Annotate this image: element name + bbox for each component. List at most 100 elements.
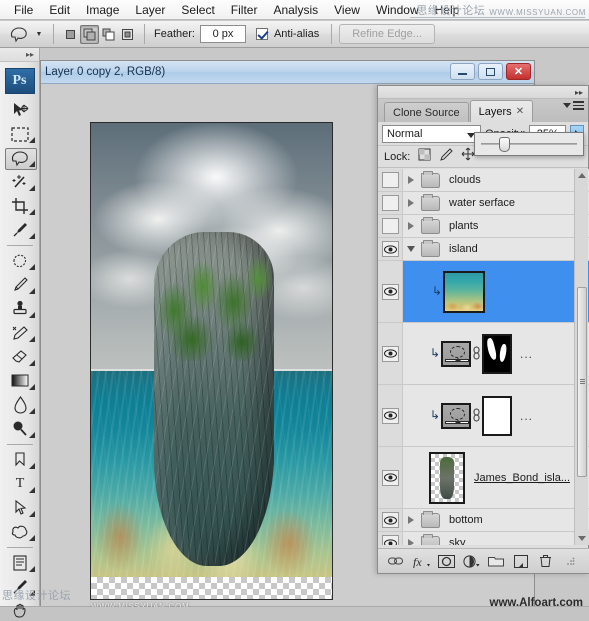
group-collapse-arrow[interactable] [403, 246, 419, 252]
lock-transparency-icon[interactable] [418, 148, 431, 166]
tab-clone-source[interactable]: Clone Source [384, 102, 469, 122]
visibility-cell[interactable] [378, 215, 403, 237]
clone-stamp-tool[interactable] [0, 297, 40, 321]
magic-wand-tool[interactable] [0, 170, 40, 194]
tab-close-icon[interactable]: ✕ [516, 106, 524, 117]
eye-icon-on[interactable] [381, 469, 399, 486]
eye-icon-off[interactable] [381, 195, 399, 211]
delete-layer-icon[interactable] [536, 552, 556, 570]
visibility-cell[interactable] [378, 532, 403, 545]
clone-stamp-submenu-icon[interactable] [29, 312, 35, 318]
panel-resize-grip[interactable] [561, 552, 581, 570]
eye-icon-off[interactable] [381, 172, 399, 188]
type-submenu-icon[interactable] [29, 487, 35, 493]
menu-window[interactable]: Window [368, 1, 427, 19]
subtract-from-selection-button[interactable] [99, 25, 118, 44]
visibility-cell[interactable] [378, 447, 403, 508]
eyedropper-tool[interactable] [0, 218, 40, 242]
intersect-with-selection-button[interactable] [118, 25, 137, 44]
dodge-submenu-icon[interactable] [29, 432, 35, 438]
history-brush-submenu-icon[interactable] [29, 336, 35, 342]
blur-submenu-icon[interactable] [29, 408, 35, 414]
layer-thumbnail-underwater[interactable] [443, 270, 485, 313]
anti-alias-checkbox-box[interactable] [255, 28, 268, 40]
visibility-cell[interactable] [378, 238, 403, 260]
close-button[interactable]: ✕ [506, 63, 531, 80]
healing-submenu-icon[interactable] [29, 264, 35, 270]
feather-input[interactable]: 0 px [199, 25, 246, 43]
custom-shape-submenu-icon[interactable] [29, 535, 35, 541]
visibility-cell[interactable] [378, 509, 403, 531]
layer-thumbnail-island-cutout[interactable] [429, 451, 465, 504]
crop-tool-submenu-icon[interactable] [29, 209, 35, 215]
opacity-slider-thumb[interactable] [499, 137, 511, 152]
lasso-tool-submenu-icon[interactable] [29, 161, 35, 167]
layer-row-curves-1[interactable]: ↳ ... [378, 323, 589, 385]
pen-submenu-icon[interactable] [29, 463, 35, 469]
move-tool[interactable] [0, 98, 40, 122]
layer-row-sky[interactable]: sky [378, 532, 589, 545]
layer-mask-thumbnail-white[interactable] [482, 395, 512, 436]
menu-image[interactable]: Image [78, 1, 127, 19]
pen-tool[interactable] [0, 448, 40, 472]
blur-tool[interactable] [0, 393, 40, 417]
group-expand-arrow[interactable] [403, 199, 419, 207]
spot-healing-brush-tool[interactable] [0, 249, 40, 273]
scrollbar-thumb[interactable] [577, 287, 587, 477]
mask-link-icon[interactable] [471, 346, 482, 361]
magic-wand-submenu-icon[interactable] [29, 185, 35, 191]
eye-icon-on[interactable] [381, 407, 399, 424]
scroll-down-button[interactable] [575, 532, 589, 545]
new-selection-button[interactable] [61, 25, 80, 44]
eyedropper-submenu-icon[interactable] [29, 233, 35, 239]
document-title-bar[interactable]: Layer 0 copy 2, RGB/8) ✕ [41, 61, 534, 84]
group-expand-arrow[interactable] [403, 176, 419, 184]
layer-row-water-serface[interactable]: water serface [378, 192, 589, 215]
group-expand-arrow[interactable] [403, 539, 419, 545]
layer-style-fx-icon[interactable]: fx [411, 552, 431, 570]
menu-filter[interactable]: Filter [223, 1, 266, 19]
visibility-cell[interactable] [378, 323, 403, 384]
layer-row-curves-2[interactable]: ↳ ... [378, 385, 589, 447]
panel-collapse-icon[interactable]: ▸▸ [378, 86, 588, 99]
crop-tool[interactable] [0, 194, 40, 218]
menu-select[interactable]: Select [173, 1, 222, 19]
layer-row-clouds[interactable]: clouds [378, 169, 589, 192]
group-expand-arrow[interactable] [403, 222, 419, 230]
layer-list-scrollbar[interactable] [574, 169, 589, 545]
curves-adjustment-icon[interactable] [441, 402, 471, 429]
path-selection-tool[interactable] [0, 496, 40, 520]
eye-icon-on[interactable] [381, 241, 399, 257]
eraser-submenu-icon[interactable] [29, 360, 35, 366]
layer-mask-thumbnail-black[interactable] [482, 333, 512, 374]
path-selection-submenu-icon[interactable] [29, 511, 35, 517]
mask-link-icon[interactable] [471, 408, 482, 423]
eye-icon-on[interactable] [381, 283, 399, 300]
horizontal-type-tool[interactable]: T [0, 472, 40, 496]
tool-preset-chevron-down-icon[interactable]: ▼ [32, 24, 46, 44]
maximize-button[interactable] [478, 63, 503, 80]
brush-submenu-icon[interactable] [29, 288, 35, 294]
menu-layer[interactable]: Layer [127, 1, 173, 19]
tab-layers[interactable]: Layers ✕ [469, 100, 534, 122]
new-group-icon[interactable] [486, 552, 506, 570]
notes-submenu-icon[interactable] [29, 566, 35, 572]
group-expand-arrow[interactable] [403, 516, 419, 524]
lasso-tool[interactable] [0, 146, 40, 170]
custom-shape-tool[interactable] [0, 520, 40, 544]
visibility-cell[interactable] [378, 385, 403, 446]
minimize-button[interactable] [450, 63, 475, 80]
eye-icon-off[interactable] [381, 218, 399, 234]
layer-list[interactable]: clouds water serface plants island ↳ ↳ .… [378, 169, 589, 545]
brush-tool[interactable] [0, 273, 40, 297]
rectangular-marquee-tool[interactable] [0, 122, 40, 146]
eye-icon-on[interactable] [381, 512, 399, 528]
curves-adjustment-icon[interactable] [441, 340, 471, 367]
panel-menu-button[interactable] [563, 101, 584, 110]
opacity-slider-track[interactable] [481, 137, 577, 152]
refine-edge-button[interactable]: Refine Edge... [339, 24, 435, 44]
menu-analysis[interactable]: Analysis [265, 1, 326, 19]
add-to-selection-button[interactable] [80, 24, 99, 44]
menu-view[interactable]: View [326, 1, 368, 19]
opacity-slider-popup[interactable] [474, 132, 584, 156]
